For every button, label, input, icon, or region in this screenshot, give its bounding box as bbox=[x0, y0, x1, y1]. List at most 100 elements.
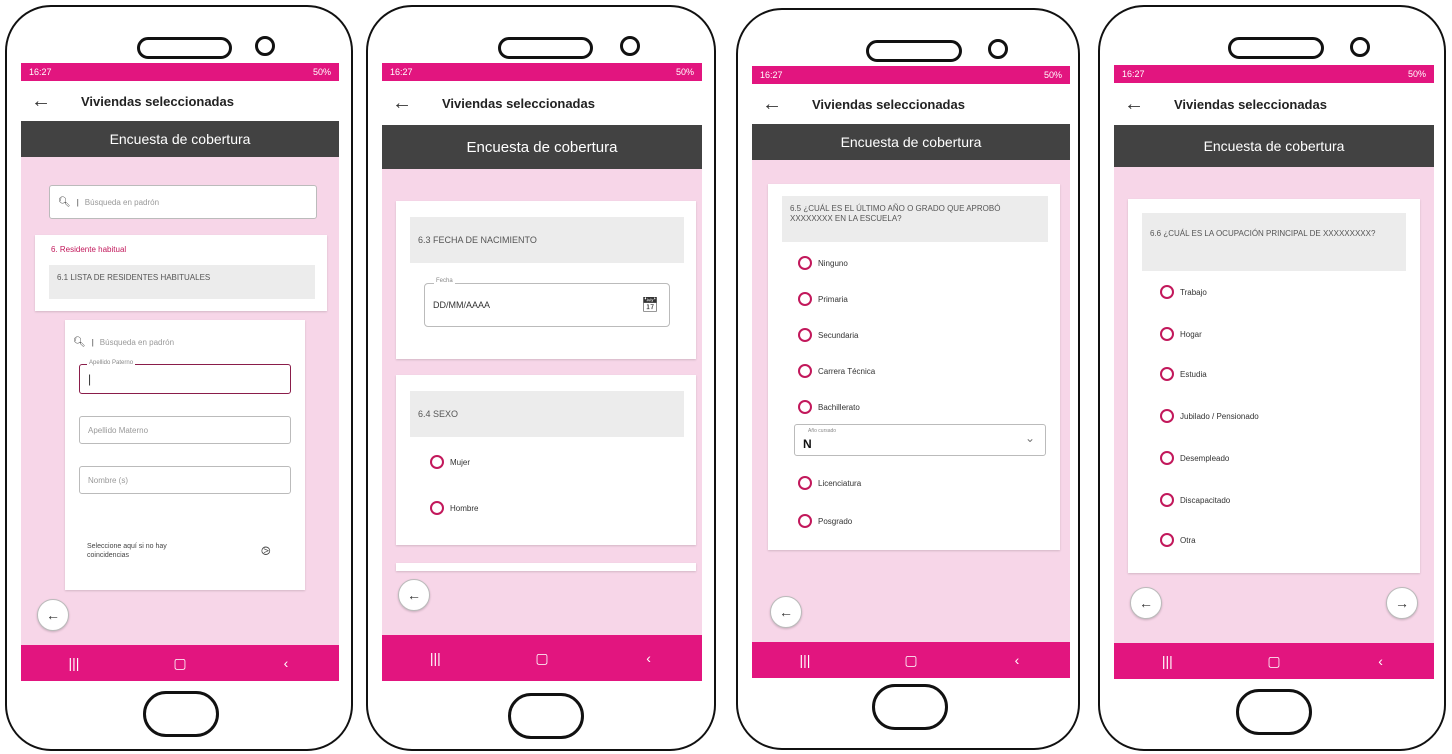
date-placeholder: DD/MM/AAAA bbox=[433, 300, 491, 310]
home-icon[interactable]: ▢ bbox=[1254, 653, 1294, 670]
nav-bar: ||| ▢ ‹ bbox=[382, 635, 702, 681]
radio-hogar[interactable]: Hogar bbox=[1160, 327, 1202, 341]
radio-label: Estudia bbox=[1180, 369, 1207, 379]
radio-label: Discapacitado bbox=[1180, 495, 1231, 505]
radio-licenciatura[interactable]: Licenciatura bbox=[798, 476, 861, 490]
radio-posgrado[interactable]: Posgrado bbox=[798, 514, 852, 528]
resident-form: 🔍︎ | Búsqueda en padrón | Apellido Pater… bbox=[65, 320, 305, 590]
section-title: 6. Residente habitual bbox=[51, 245, 127, 254]
question-sex: 6.4 SEXO bbox=[410, 391, 684, 437]
radio-ninguno[interactable]: Ninguno bbox=[798, 256, 848, 270]
birthdate-card: 6.3 FECHA DE NACIMIENTO DD/MM/AAAA 📅︎ Fe… bbox=[396, 201, 696, 359]
arrow-left-icon[interactable]: ← bbox=[1114, 93, 1154, 116]
speaker-slot bbox=[498, 37, 593, 59]
radio-trabajo[interactable]: Trabajo bbox=[1160, 285, 1207, 299]
radio-label: Ninguno bbox=[818, 258, 848, 268]
radio-mujer[interactable]: Mujer bbox=[430, 455, 470, 469]
home-button[interactable] bbox=[872, 684, 948, 730]
radio-circle[interactable] bbox=[1160, 327, 1174, 341]
subheader: Encuesta de cobertura bbox=[752, 124, 1070, 160]
radio-circle[interactable] bbox=[798, 292, 812, 306]
radio-label: Licenciatura bbox=[818, 478, 862, 488]
app-bar: ← Viviendas seleccionadas bbox=[752, 84, 1070, 124]
subheader: Encuesta de cobertura bbox=[21, 121, 339, 157]
date-field[interactable]: DD/MM/AAAA 📅︎ bbox=[424, 283, 670, 327]
radio-circle[interactable] bbox=[798, 514, 812, 528]
radio-circle[interactable] bbox=[430, 455, 444, 469]
clear-filter-icon[interactable]: ⧁ bbox=[261, 544, 271, 559]
recents-icon[interactable]: ||| bbox=[1147, 653, 1187, 669]
radio-circle[interactable] bbox=[798, 476, 812, 490]
radio-circle[interactable] bbox=[1160, 451, 1174, 465]
screen-2: 16:27 50% ← Viviendas seleccionadas Encu… bbox=[382, 63, 702, 681]
home-button[interactable] bbox=[508, 693, 584, 739]
radio-circle[interactable] bbox=[1160, 493, 1174, 507]
apellido-paterno-field[interactable]: | bbox=[79, 364, 291, 394]
arrow-left-icon[interactable]: ← bbox=[382, 92, 422, 115]
home-icon[interactable]: ▢ bbox=[522, 650, 562, 667]
radio-circle[interactable] bbox=[798, 364, 812, 378]
radio-circle[interactable] bbox=[798, 328, 812, 342]
radio-circle[interactable] bbox=[798, 400, 812, 414]
app-bar: ← Viviendas seleccionadas bbox=[1114, 83, 1434, 125]
radio-discapacitado[interactable]: Discapacitado bbox=[1160, 493, 1230, 507]
radio-primaria[interactable]: Primaria bbox=[798, 292, 848, 306]
subheader: Encuesta de cobertura bbox=[1114, 125, 1434, 167]
radio-secundaria[interactable]: Secundaria bbox=[798, 328, 858, 342]
radio-label: Otra bbox=[1180, 535, 1196, 545]
radio-estudia[interactable]: Estudia bbox=[1160, 367, 1207, 381]
calendar-icon[interactable]: 📅︎ bbox=[641, 296, 659, 313]
status-time: 16:27 bbox=[390, 67, 413, 77]
back-button[interactable]: ← bbox=[37, 599, 69, 631]
question-birthdate: 6.3 FECHA DE NACIMIENTO bbox=[410, 217, 684, 263]
recents-icon[interactable]: ||| bbox=[415, 650, 455, 666]
radio-desempleado[interactable]: Desempleado bbox=[1160, 451, 1229, 465]
arrow-left-icon[interactable]: ← bbox=[21, 90, 61, 113]
chevron-down-icon[interactable]: ⌄ bbox=[1025, 431, 1035, 445]
back-nav-icon[interactable]: ‹ bbox=[1361, 653, 1401, 669]
inner-search-placeholder: Búsqueda en padrón bbox=[99, 337, 175, 347]
home-icon[interactable]: ▢ bbox=[891, 652, 931, 669]
search-input[interactable]: 🔍︎ | Búsqueda en padrón bbox=[49, 185, 317, 219]
back-button[interactable]: ← bbox=[770, 596, 802, 628]
no-match-text[interactable]: Seleccione aquí si no hay coincidencias bbox=[87, 542, 207, 560]
radio-jubilado[interactable]: Jubilado / Pensionado bbox=[1160, 409, 1259, 423]
recents-icon[interactable]: ||| bbox=[54, 655, 94, 671]
back-button[interactable]: ← bbox=[398, 579, 430, 611]
radio-otra[interactable]: Otra bbox=[1160, 533, 1196, 547]
speaker-slot bbox=[1228, 37, 1324, 59]
radio-carrera-tecnica[interactable]: Carrera Técnica bbox=[798, 364, 875, 378]
back-nav-icon[interactable]: ‹ bbox=[997, 652, 1037, 668]
question-schooling: 6.5 ¿CUÁL ES EL ÚLTIMO AÑO O GRADO QUE A… bbox=[782, 196, 1048, 242]
status-bar: 16:27 50% bbox=[1114, 65, 1434, 83]
radio-circle[interactable] bbox=[1160, 409, 1174, 423]
phone-frame-4: 16:27 50% ← Viviendas seleccionadas Encu… bbox=[1098, 5, 1446, 751]
next-button[interactable]: → bbox=[1386, 587, 1418, 619]
select-label: Año cursado bbox=[808, 428, 837, 434]
home-icon[interactable]: ▢ bbox=[160, 655, 200, 672]
radio-hombre[interactable]: Hombre bbox=[430, 501, 478, 515]
back-nav-icon[interactable]: ‹ bbox=[266, 655, 306, 671]
apellido-materno-field[interactable]: Apellido Materno bbox=[79, 416, 291, 444]
nav-bar: ||| ▢ ‹ bbox=[21, 645, 339, 681]
status-battery: 50% bbox=[312, 67, 331, 77]
home-button[interactable] bbox=[1236, 689, 1312, 735]
screen-3: 16:27 50% ← Viviendas seleccionadas Encu… bbox=[752, 66, 1070, 678]
subheader: Encuesta de cobertura bbox=[382, 125, 702, 169]
radio-circle[interactable] bbox=[430, 501, 444, 515]
nombre-field[interactable]: Nombre (s) bbox=[79, 466, 291, 494]
radio-circle[interactable] bbox=[798, 256, 812, 270]
home-button[interactable] bbox=[143, 691, 219, 737]
radio-circle[interactable] bbox=[1160, 367, 1174, 381]
radio-circle[interactable] bbox=[1160, 285, 1174, 299]
status-bar: 16:27 50% bbox=[382, 63, 702, 81]
radio-circle[interactable] bbox=[1160, 533, 1174, 547]
back-button[interactable]: ← bbox=[1130, 587, 1162, 619]
date-label: Fecha bbox=[434, 278, 455, 284]
radio-bachillerato[interactable]: Bachillerato bbox=[798, 400, 860, 414]
inner-search-input[interactable]: 🔍︎ | Búsqueda en padrón bbox=[65, 328, 303, 356]
speaker-slot bbox=[137, 37, 232, 59]
back-nav-icon[interactable]: ‹ bbox=[629, 650, 669, 666]
recents-icon[interactable]: ||| bbox=[785, 652, 825, 668]
arrow-left-icon[interactable]: ← bbox=[752, 93, 792, 116]
